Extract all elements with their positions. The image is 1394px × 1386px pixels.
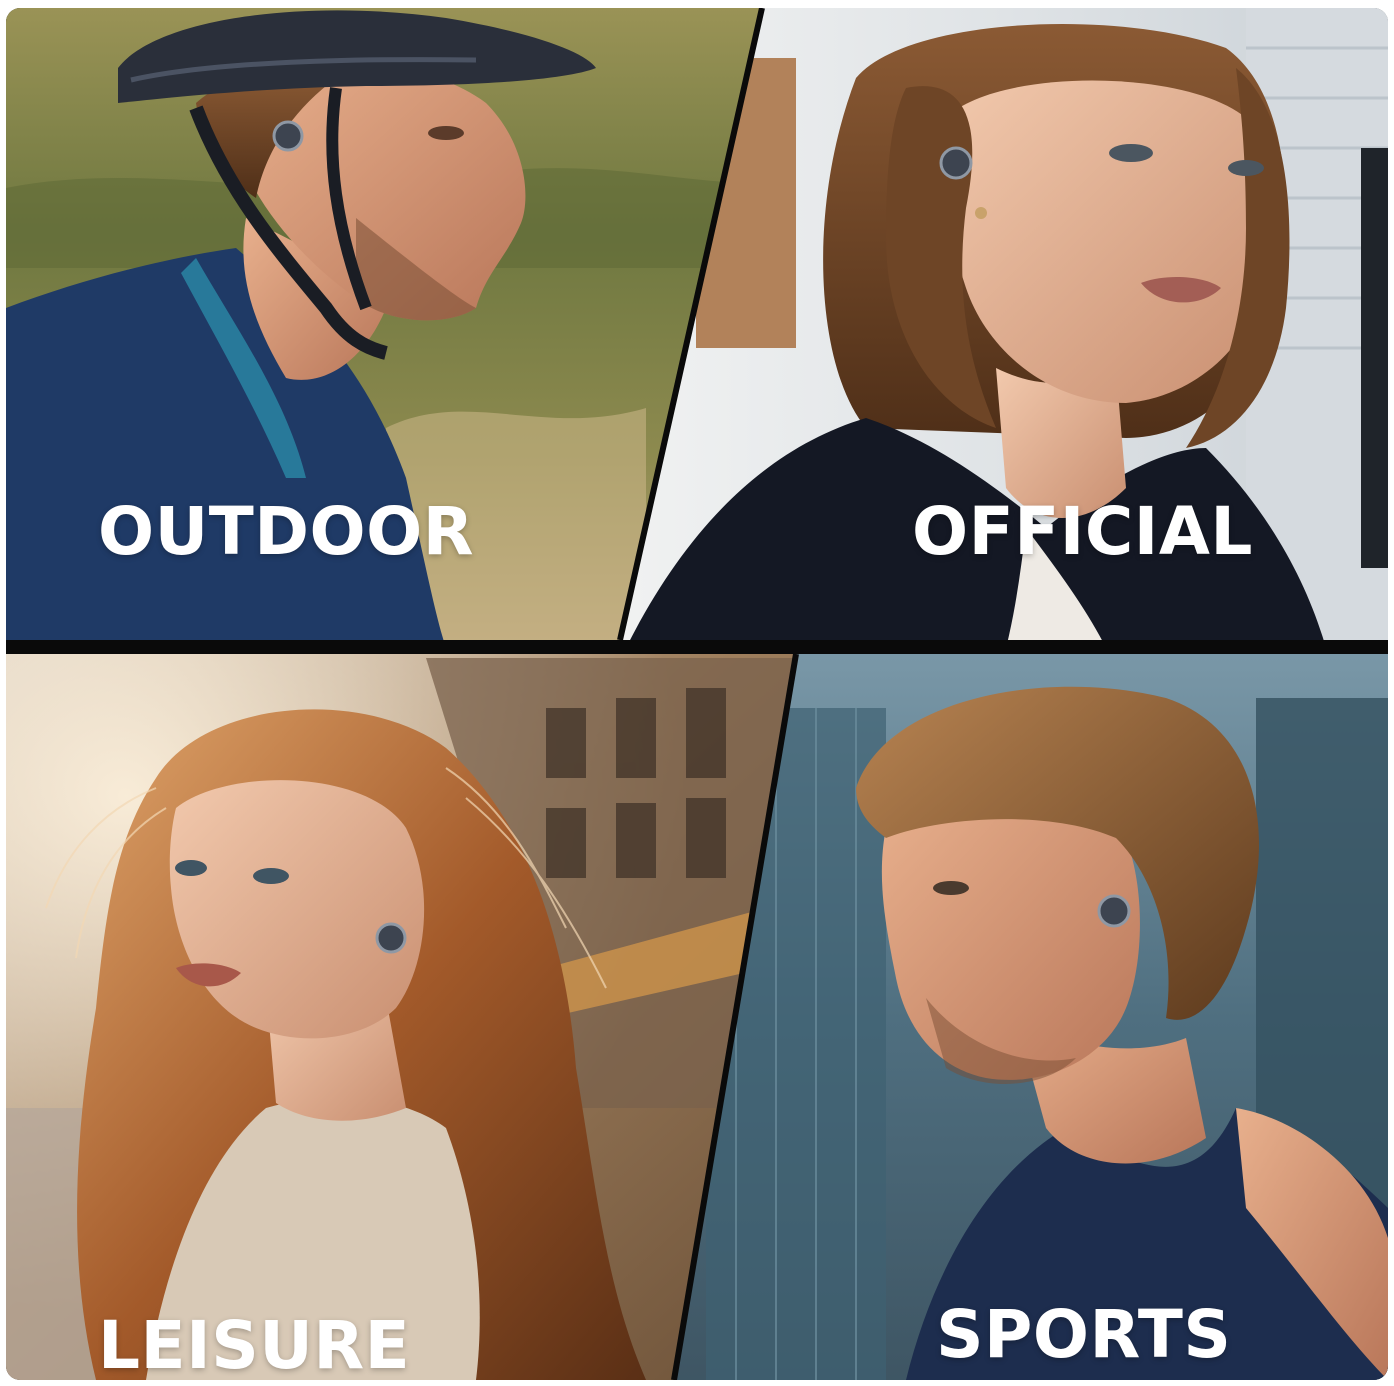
- earbud-icon: [272, 120, 304, 152]
- sports-label: SPORTS: [936, 1296, 1232, 1373]
- horizontal-divider: [6, 640, 1388, 654]
- outdoor-label: OUTDOOR: [98, 493, 475, 570]
- leisure-panel: [6, 654, 796, 1380]
- earbud-icon: [1097, 894, 1131, 928]
- leisure-label: LEISURE: [98, 1307, 411, 1380]
- collage-scene: [6, 8, 1388, 1380]
- monitor: [1361, 148, 1388, 568]
- official-label: OFFICIAL: [912, 493, 1253, 570]
- earbud-icon: [375, 922, 407, 954]
- earbud-icon: [939, 146, 973, 180]
- photo-collage: OUTDOOR OFFICIAL LEISURE SPORTS: [6, 8, 1388, 1380]
